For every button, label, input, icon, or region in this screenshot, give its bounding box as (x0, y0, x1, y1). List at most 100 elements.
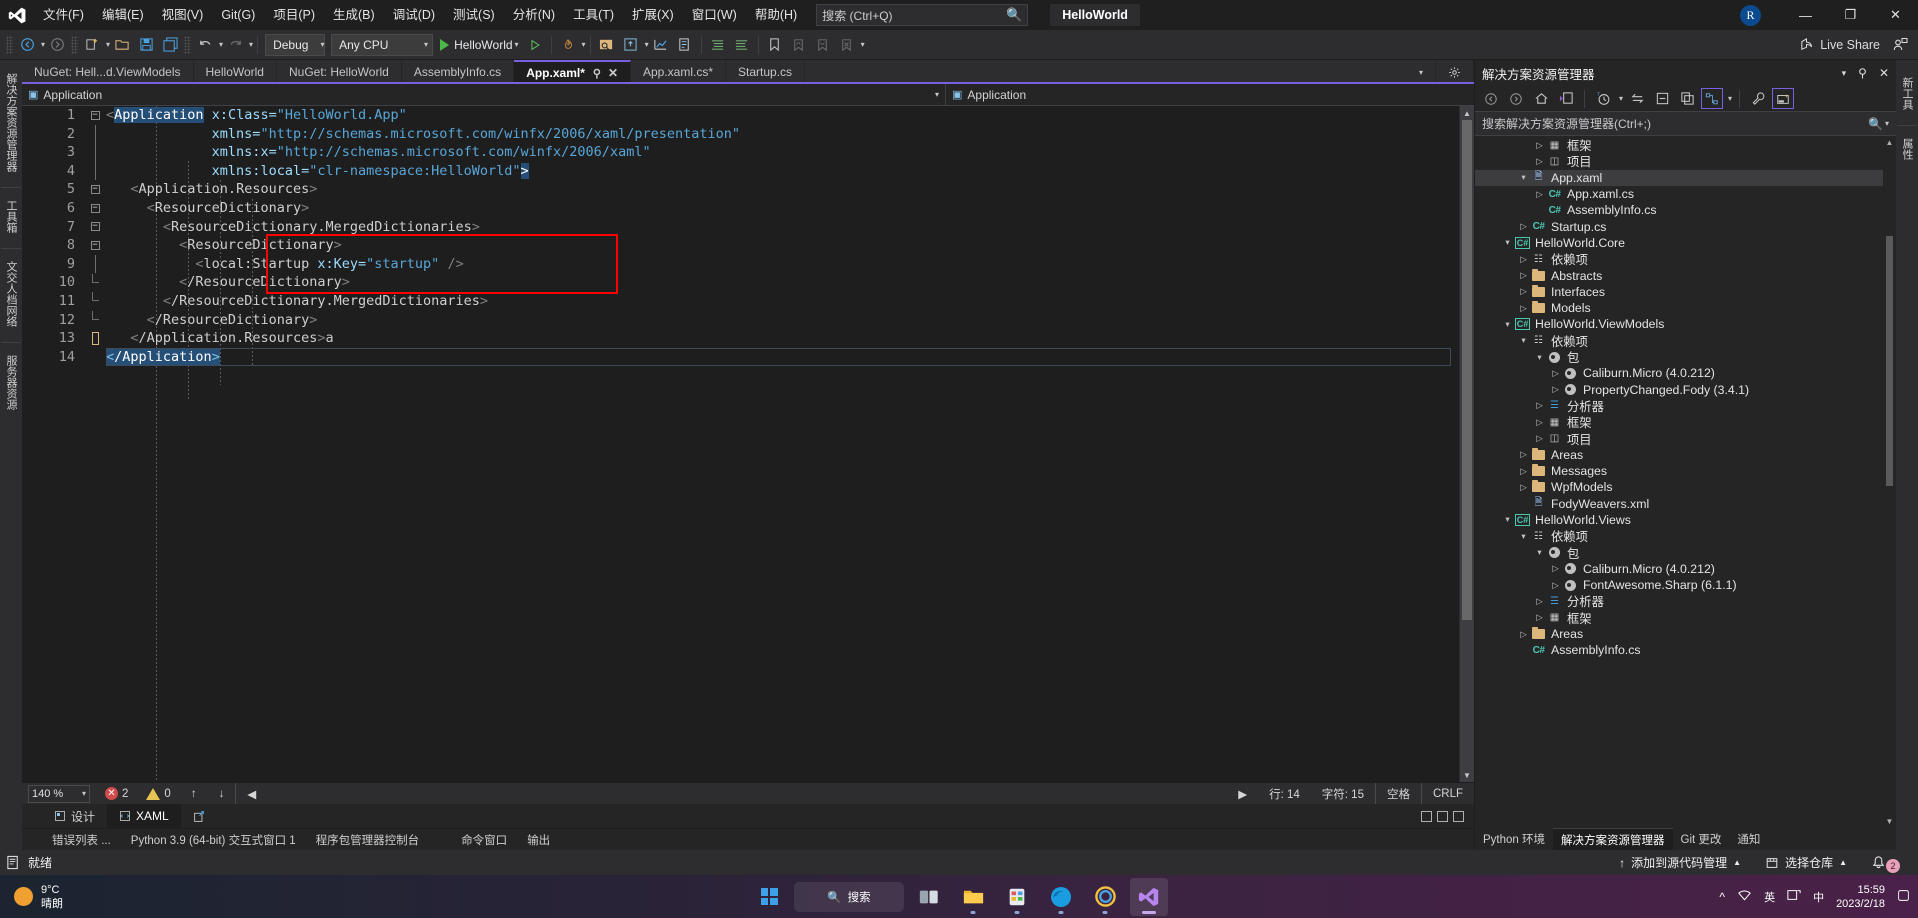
add-to-source-control-button[interactable]: ↑ 添加到源代码管理 ▲ (1607, 850, 1753, 875)
pop-out-designer-button[interactable] (181, 804, 218, 828)
navigate-forward-icon[interactable] (45, 33, 69, 57)
pin-icon[interactable]: ⚲ (593, 67, 601, 80)
search-options-icon[interactable]: ▾ (1885, 119, 1889, 128)
close-icon[interactable]: ✕ (608, 66, 618, 80)
select-repository-button[interactable]: 选择仓库 ▲ (1753, 850, 1859, 875)
redo-icon[interactable] (223, 33, 247, 57)
hot-reload-dropdown-icon[interactable]: ▾ (582, 40, 586, 49)
error-count-indicator[interactable]: ✕ 2 (105, 787, 128, 800)
minimize-button[interactable]: — (1783, 0, 1828, 30)
dock-tab-solution-explorer[interactable]: 解决方案资源管理器 (1, 64, 21, 181)
doc-tab-app-xaml-cs[interactable]: App.xaml.cs* (631, 60, 727, 84)
bookmark-icon[interactable] (763, 33, 787, 57)
tree-item--[interactable]: ▷ ▦ 框架 (1475, 610, 1896, 626)
tree-item-caliburn.micro-4.0.212-[interactable]: ▷ Caliburn.Micro (4.0.212) (1475, 561, 1896, 577)
forward-icon-se[interactable] (1505, 88, 1527, 109)
expand-arrow-icon[interactable]: ▷ (1517, 482, 1530, 493)
collapse-arrow-icon[interactable]: ▾ (1517, 335, 1530, 346)
expand-arrow-icon[interactable]: ▷ (1517, 286, 1530, 297)
collapse-all-icon[interactable] (1651, 88, 1673, 109)
view-class-diagram-icon[interactable] (1701, 88, 1724, 109)
pin-icon-panel[interactable]: ⚲ (1858, 66, 1867, 80)
expand-arrow-icon[interactable]: ▷ (1517, 303, 1530, 314)
tree-item-messages[interactable]: ▷ Messages (1475, 463, 1896, 479)
menu-project[interactable]: 项目(P) (264, 0, 324, 30)
fold-marker-7[interactable]: − (84, 222, 106, 232)
bottom-tab-solution-explorer[interactable]: 解决方案资源管理器 (1553, 828, 1673, 850)
taskbar-weather-widget[interactable]: 9°C 晴朗 (0, 883, 63, 911)
tree-item-caliburn.micro-4.0.212-[interactable]: ▷ Caliburn.Micro (4.0.212) (1475, 365, 1896, 381)
expand-arrow-icon[interactable]: ▷ (1517, 629, 1530, 640)
next-issue-button[interactable]: ↓ (208, 783, 236, 805)
new-project-icon[interactable] (80, 33, 104, 57)
save-all-icon[interactable] (158, 33, 182, 57)
source-control-icon[interactable] (619, 33, 643, 57)
expand-arrow-icon[interactable]: ▷ (1549, 580, 1562, 591)
tree-item--[interactable]: ▾ ☷ 依赖项 (1475, 528, 1896, 544)
chevron-down-icon-panel[interactable]: ▾ (1842, 68, 1847, 79)
doc-tab-app-xaml[interactable]: App.xaml* ⚲ ✕ (514, 60, 631, 84)
visual-studio-taskbar-button[interactable] (1130, 877, 1168, 916)
tree-item-areas[interactable]: ▷ Areas (1475, 447, 1896, 463)
bottom-tab-python-env[interactable]: Python 环境 (1475, 828, 1553, 850)
expand-arrow-icon[interactable]: ▷ (1517, 449, 1530, 460)
notifications-button[interactable]: 2 (1859, 850, 1912, 875)
tree-item--[interactable]: ▾ 包 (1475, 544, 1896, 561)
start-button[interactable] (750, 878, 788, 916)
navbar-scope-right[interactable]: ▣ Application (946, 84, 1474, 105)
bottom-tab-notifications[interactable]: 通知 (1729, 828, 1768, 850)
task-view-button[interactable] (910, 878, 948, 916)
se-scroll-down-icon[interactable]: ▼ (1883, 815, 1896, 828)
sync-with-active-document-icon[interactable] (1626, 88, 1648, 109)
expand-arrow-icon[interactable]: ▷ (1533, 596, 1546, 607)
menu-tools[interactable]: 工具(T) (564, 0, 623, 30)
expand-arrow-icon[interactable]: ▷ (1549, 563, 1562, 574)
history-dropdown-icon[interactable]: ▾ (1619, 94, 1623, 103)
tab-settings-button[interactable] (1436, 60, 1474, 84)
menu-view[interactable]: 视图(V) (153, 0, 213, 30)
tab-overflow-button[interactable]: ▾ (1404, 60, 1436, 84)
ime-language-indicator[interactable]: 英 (1764, 889, 1775, 905)
bottom-tab-python-interactive[interactable]: Python 3.9 (64-bit) 交互式窗口 1 (121, 829, 306, 850)
start-debugging-button[interactable]: HelloWorld ▾ (436, 33, 522, 57)
tree-item-fodyweavers.xml[interactable]: 🗎 FodyWeavers.xml (1475, 496, 1896, 512)
dock-tab-toolbox[interactable]: 工具箱 (1, 187, 21, 242)
menu-git[interactable]: Git(G) (212, 0, 264, 30)
toolbar-grip[interactable] (6, 35, 13, 54)
editor-scroll-thumb[interactable] (1462, 120, 1472, 620)
menu-window[interactable]: 窗口(W) (683, 0, 746, 30)
scroll-up-arrow-icon[interactable]: ▲ (1460, 106, 1474, 120)
tray-expand-icon[interactable]: ^ (1719, 890, 1725, 904)
fold-marker-5[interactable]: − (84, 185, 106, 195)
tree-item-abstracts[interactable]: ▷ Abstracts (1475, 267, 1896, 283)
expand-arrow-icon[interactable]: ▷ (1533, 433, 1546, 444)
tree-item-startup.cs[interactable]: ▷ C# Startup.cs (1475, 218, 1896, 234)
split-horizontal-icon[interactable] (1421, 810, 1432, 822)
redo-dropdown-icon[interactable]: ▾ (249, 40, 253, 49)
dock-tab-new-tools[interactable]: 新工具 (1897, 68, 1917, 119)
expand-arrow-icon[interactable]: ▷ (1549, 368, 1562, 379)
toolbar-grip-3[interactable] (184, 35, 192, 54)
tree-item-models[interactable]: ▷ Models (1475, 300, 1896, 316)
file-explorer-button[interactable] (954, 878, 992, 916)
view-dropdown-icon[interactable]: ▾ (1728, 94, 1732, 103)
tree-item-wpfmodels[interactable]: ▷ WpfModels (1475, 479, 1896, 495)
expand-arrow-icon[interactable]: ▷ (1533, 417, 1546, 428)
next-bookmark-icon[interactable] (811, 33, 835, 57)
navigate-backward-icon[interactable] (15, 33, 39, 57)
expand-arrow-icon[interactable]: ▷ (1533, 400, 1546, 411)
bottom-tab-output[interactable]: 输出 (517, 829, 560, 850)
collapse-arrow-icon[interactable]: ▾ (1533, 352, 1546, 363)
tree-item-helloworld.core[interactable]: ▾ C# HelloWorld.Core (1475, 235, 1896, 251)
line-ending-indicator[interactable]: CRLF (1422, 783, 1474, 805)
preview-selected-items-icon[interactable] (1772, 88, 1795, 109)
editor-zoom-select[interactable]: 140 % ▾ (28, 784, 90, 803)
tree-item--[interactable]: ▷ ▦ 框架 (1475, 137, 1896, 153)
quick-search-input[interactable]: 搜索 (Ctrl+Q) 🔍 (816, 4, 1029, 26)
tree-item-areas[interactable]: ▷ Areas (1475, 626, 1896, 642)
expand-arrow-icon[interactable]: ▷ (1517, 254, 1530, 265)
notification-center-icon[interactable] (1897, 889, 1910, 905)
designer-tab-xaml[interactable]: XAML (107, 804, 181, 828)
scroll-down-arrow-icon[interactable]: ▼ (1460, 768, 1474, 782)
taskbar-search-button[interactable]: 🔍 搜索 (794, 881, 904, 912)
